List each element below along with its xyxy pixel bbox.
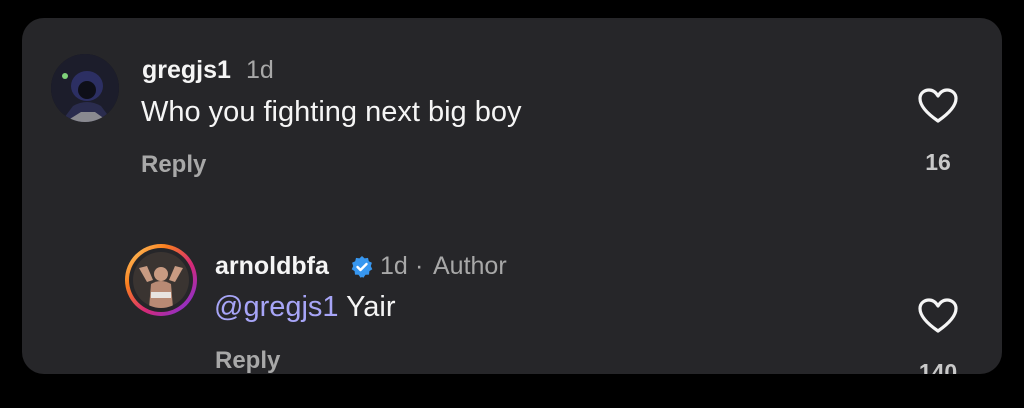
like-count: 140 (918, 359, 958, 374)
user-avatar-icon (51, 54, 119, 122)
comment-username[interactable]: arnoldbfa (215, 252, 329, 281)
user-avatar-icon (133, 252, 189, 308)
verified-badge-icon (351, 256, 373, 278)
author-label: Author (433, 252, 507, 280)
comment-timestamp: 1d (380, 252, 408, 280)
comment-gregjs1: gregjs1 1d Who you fighting next big boy… (22, 18, 1002, 198)
mention-link[interactable]: @gregjs1 (214, 291, 339, 323)
meta-separator: · (415, 252, 424, 280)
heart-icon[interactable] (917, 87, 959, 125)
comment-text: @gregjs1 Yair (214, 291, 396, 324)
avatar[interactable] (51, 54, 119, 122)
avatar[interactable] (125, 244, 197, 316)
comment-arnoldbfa: arnoldbfa 1d · Author @gregjs1 Yair Repl… (22, 198, 1002, 374)
like-count: 16 (925, 149, 951, 175)
comment-body: Yair (346, 291, 396, 323)
reply-button[interactable]: Reply (215, 347, 280, 374)
comment-timestamp: 1d (246, 56, 274, 84)
heart-icon[interactable] (917, 297, 959, 335)
comment-text: Who you fighting next big boy (141, 96, 522, 128)
comment-username[interactable]: gregjs1 (142, 56, 231, 85)
reply-button[interactable]: Reply (141, 151, 206, 179)
comments-card: gregjs1 1d Who you fighting next big boy… (22, 18, 1002, 374)
